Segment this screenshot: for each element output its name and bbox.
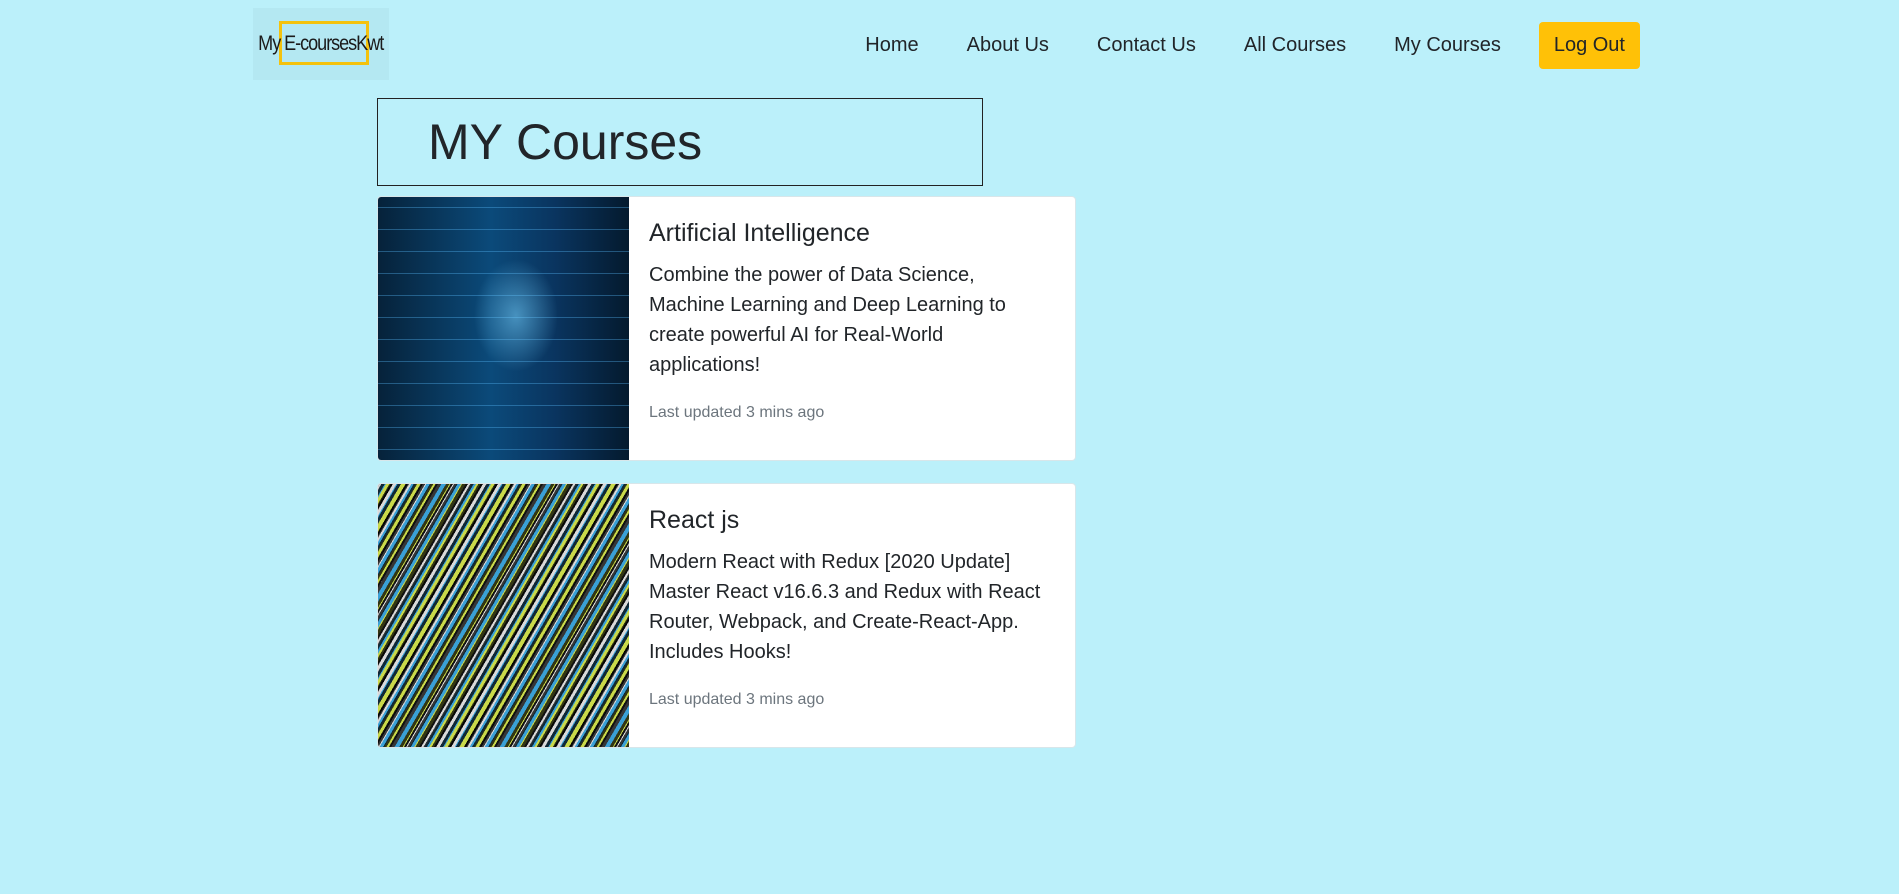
nav-link-all-courses[interactable]: All Courses: [1220, 20, 1370, 70]
course-description: Modern React with Redux [2020 Update] Ma…: [649, 551, 1041, 663]
course-title: React js: [649, 506, 740, 534]
course-updated: Last updated 3 mins ago: [649, 691, 825, 708]
nav-link-contact-us[interactable]: Contact Us: [1073, 20, 1220, 70]
nav-link-home[interactable]: Home: [841, 20, 942, 70]
nav-link-my-courses[interactable]: My Courses: [1370, 20, 1525, 70]
page-title: MY Courses: [428, 114, 703, 170]
course-card-ai[interactable]: Artificial Intelligence Combine the powe…: [377, 196, 1076, 461]
brand-logo[interactable]: My E-coursesKwt: [253, 8, 389, 80]
course-card-react[interactable]: React js Modern React with Redux [2020 U…: [377, 483, 1076, 748]
course-description: Combine the power of Data Science, Machi…: [649, 264, 1006, 376]
page: My E-coursesKwt Home About Us Contact Us…: [0, 0, 1899, 894]
course-updated: Last updated 3 mins ago: [649, 404, 825, 421]
card-body: React js Modern React with Redux [2020 U…: [629, 484, 1075, 747]
nav-links: Home About Us Contact Us All Courses My …: [841, 20, 1640, 70]
course-title: Artificial Intelligence: [649, 219, 870, 247]
course-image-react: [378, 484, 629, 747]
logo-text: My E-coursesKwt: [258, 32, 384, 55]
logout-button[interactable]: Log Out: [1538, 21, 1640, 69]
nav-link-about-us[interactable]: About Us: [943, 20, 1073, 70]
card-body: Artificial Intelligence Combine the powe…: [629, 197, 1075, 460]
page-title-box: MY Courses: [377, 98, 983, 186]
course-image-ai: [378, 197, 629, 460]
